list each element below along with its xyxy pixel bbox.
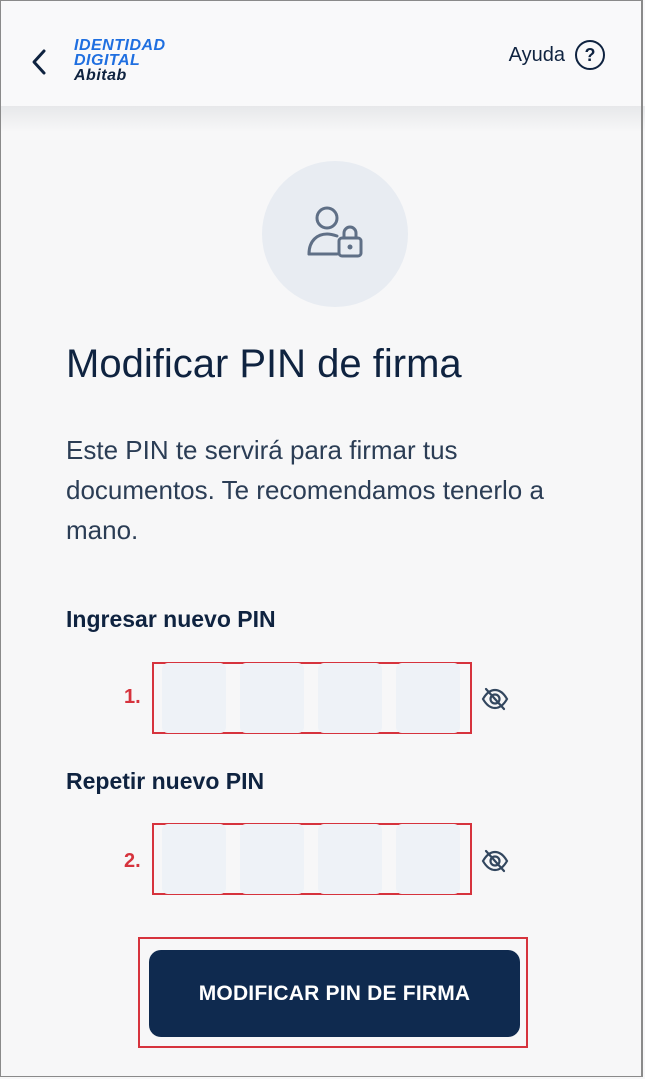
annotation-marker-1: 1. — [124, 686, 141, 708]
page-description: Este PIN te servirá para firmar tus docu… — [66, 435, 544, 545]
new-pin-digit-2[interactable] — [240, 663, 304, 733]
new-pin-digit-3[interactable] — [318, 663, 382, 733]
help-button[interactable]: Ayuda ? — [509, 40, 605, 70]
modify-pin-button[interactable]: MODIFICAR PIN DE FIRMA — [149, 950, 520, 1037]
new-pin-label: Ingresar nuevo PIN — [66, 606, 276, 632]
logo-line-identidad: IDENTIDAD — [74, 37, 166, 54]
repeat-pin-digit-3[interactable] — [318, 824, 382, 894]
abitab-logo: IDENTIDAD DIGITAL Abitab — [74, 37, 166, 84]
new-pin-digit-4[interactable] — [396, 663, 460, 733]
question-icon: ? — [575, 40, 605, 70]
back-chevron-icon[interactable] — [24, 44, 54, 80]
eye-off-icon[interactable] — [480, 846, 510, 876]
repeat-pin-digit-1[interactable] — [162, 824, 226, 894]
logo-line-abitab: Abitab — [74, 67, 127, 84]
app-header: IDENTIDAD DIGITAL Abitab Ayuda ? — [0, 0, 645, 106]
repeat-pin-input[interactable] — [152, 823, 472, 895]
eye-off-icon[interactable] — [480, 684, 510, 714]
repeat-pin-digit-4[interactable] — [396, 824, 460, 894]
repeat-pin-label: Repetir nuevo PIN — [66, 768, 265, 794]
repeat-pin-digit-2[interactable] — [240, 824, 304, 894]
user-lock-icon — [262, 161, 408, 307]
logo-line-digital: DIGITAL — [74, 52, 141, 69]
new-pin-input[interactable] — [152, 662, 472, 734]
page-title: Modificar PIN de firma — [66, 342, 462, 386]
annotation-marker-2: 2. — [124, 850, 141, 872]
new-pin-digit-1[interactable] — [162, 663, 226, 733]
help-label: Ayuda — [508, 43, 565, 66]
header-shadow — [0, 106, 645, 132]
